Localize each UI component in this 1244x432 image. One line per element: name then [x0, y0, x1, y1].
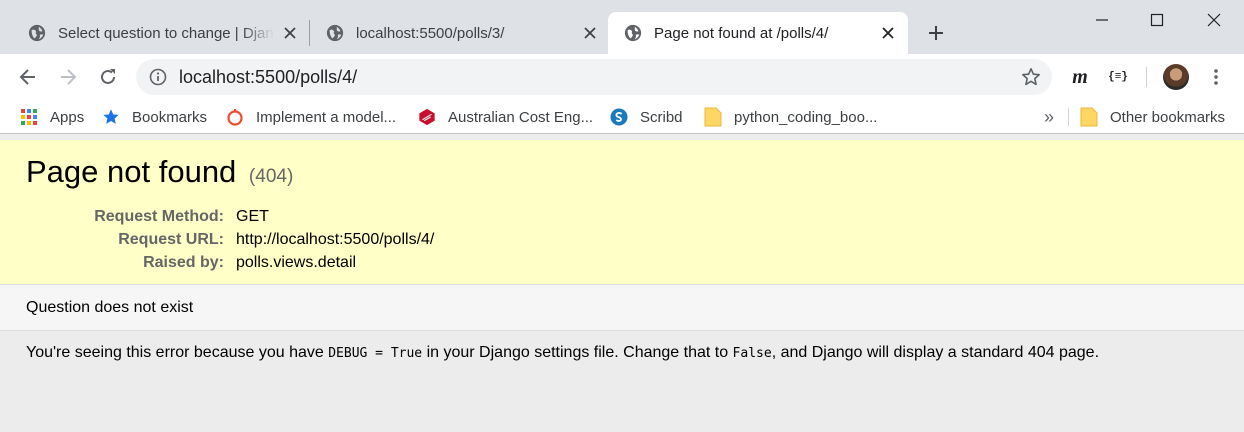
- star-icon: [102, 108, 120, 126]
- kebab-menu-icon: [1214, 69, 1218, 85]
- error-reason: Question does not exist: [0, 285, 1244, 331]
- bookmark-label: Implement a model...: [256, 108, 397, 126]
- json-formatter-icon[interactable]: {≡}: [1102, 61, 1134, 93]
- minimize-button[interactable]: [1076, 0, 1128, 40]
- tab-title: Select question to change | Django site …: [58, 24, 274, 42]
- scribd-icon: [610, 108, 628, 126]
- bookmark-label: python_coding_boo...: [734, 108, 878, 126]
- info-icon[interactable]: [148, 67, 168, 87]
- new-tab-button[interactable]: [920, 17, 952, 49]
- minimize-icon: [1096, 19, 1108, 21]
- forward-button[interactable]: [52, 61, 84, 93]
- meta-value: polls.views.detail: [236, 253, 357, 271]
- arrow-left-icon: [19, 69, 35, 85]
- meta-key: Request Method:: [94, 207, 224, 225]
- false-code: False: [732, 346, 772, 361]
- toolbar-separator: [1146, 67, 1147, 87]
- tab-django-admin[interactable]: Select question to change | Django site …: [10, 12, 308, 54]
- globe-icon: [28, 24, 46, 42]
- debug-explanation: You're seeing this error because you hav…: [0, 332, 1244, 374]
- tab-polls-3[interactable]: localhost:5500/polls/3/: [310, 12, 608, 54]
- explanation-text: , and Django will display a standard 404…: [771, 344, 1100, 361]
- meta-row-request-method: Request Method: GET: [26, 205, 434, 228]
- meta-row-request-url: Request URL: http://localhost:5500/polls…: [26, 228, 434, 251]
- red-cube-icon: [418, 108, 436, 126]
- plus-icon: [929, 26, 943, 40]
- request-meta-table: Request Method: GET Request URL: http://…: [26, 205, 434, 274]
- bookmark-other-bookmarks[interactable]: Other bookmarks: [1080, 104, 1225, 130]
- error-title: Page not found: [26, 154, 237, 189]
- url-input[interactable]: [179, 66, 999, 88]
- meta-value: GET: [236, 207, 269, 225]
- apps-grid-icon: [20, 108, 38, 126]
- close-tab-icon[interactable]: [282, 25, 298, 41]
- bookmark-label: Bookmarks: [132, 108, 208, 126]
- bookmark-australian-cost-eng[interactable]: Australian Cost Eng...: [418, 104, 593, 130]
- browser-toolbar: m {≡}: [0, 54, 1244, 100]
- bookmark-scribd[interactable]: Scribd: [610, 104, 683, 130]
- folder-icon: [704, 107, 722, 127]
- close-tab-icon[interactable]: [582, 25, 598, 41]
- bookmark-apps[interactable]: Apps: [20, 104, 84, 130]
- ring-icon: [226, 108, 244, 126]
- meta-key: Raised by:: [143, 253, 224, 271]
- bookmarks-overflow-button[interactable]: »: [1038, 105, 1060, 129]
- close-window-button[interactable]: [1188, 0, 1240, 40]
- bookmark-python-coding-book[interactable]: python_coding_boo...: [704, 104, 877, 130]
- meta-row-raised-by: Raised by: polls.views.detail: [26, 251, 434, 274]
- bookmarks-separator: [1068, 108, 1069, 126]
- tab-active-page-not-found[interactable]: Page not found at /polls/4/: [608, 12, 908, 54]
- debug-setting-code: DEBUG = True: [328, 346, 423, 361]
- maximize-button[interactable]: [1131, 0, 1183, 40]
- explanation-text: in your Django settings file. Change tha…: [422, 344, 733, 361]
- arrow-right-icon: [61, 69, 77, 85]
- bookmark-star-icon[interactable]: [1020, 66, 1042, 88]
- globe-icon: [326, 24, 344, 42]
- bookmark-label: Scribd: [640, 108, 683, 126]
- error-code: (404): [248, 166, 294, 187]
- bookmark-label: Apps: [50, 108, 85, 126]
- tab-strip: Select question to change | Django site …: [0, 0, 1244, 54]
- bookmark-implement-a-model[interactable]: Implement a model...: [226, 104, 396, 130]
- extension-m-icon[interactable]: m: [1064, 61, 1096, 93]
- meta-key: Request URL:: [118, 230, 224, 248]
- address-bar[interactable]: [136, 59, 1052, 95]
- bookmarks-bar: Apps Bookmarks Implement a model... Aust…: [0, 100, 1244, 134]
- reload-button[interactable]: [92, 61, 124, 93]
- page-content: Page not found (404) Request Method: GET…: [0, 140, 1244, 432]
- explanation-text: You're seeing this error because you hav…: [26, 344, 329, 361]
- bookmark-label: Other bookmarks: [1110, 108, 1226, 126]
- tab-title: Page not found at /polls/4/: [654, 24, 829, 42]
- close-tab-icon[interactable]: [880, 25, 896, 41]
- profile-avatar[interactable]: [1163, 64, 1189, 90]
- maximize-icon: [1150, 13, 1164, 27]
- bookmark-label: Australian Cost Eng...: [448, 108, 594, 126]
- folder-icon: [1080, 107, 1098, 127]
- browser-menu-button[interactable]: [1200, 61, 1232, 93]
- tab-title: localhost:5500/polls/3/: [356, 24, 505, 42]
- reload-icon: [101, 69, 115, 84]
- back-button[interactable]: [12, 61, 44, 93]
- page-title: Page not found (404): [26, 154, 1218, 195]
- error-summary: Page not found (404) Request Method: GET…: [0, 140, 1244, 285]
- globe-icon: [624, 24, 642, 42]
- meta-value: http://localhost:5500/polls/4/: [236, 230, 435, 248]
- close-window-icon: [1207, 13, 1221, 27]
- bookmark-bookmarks[interactable]: Bookmarks: [102, 104, 207, 130]
